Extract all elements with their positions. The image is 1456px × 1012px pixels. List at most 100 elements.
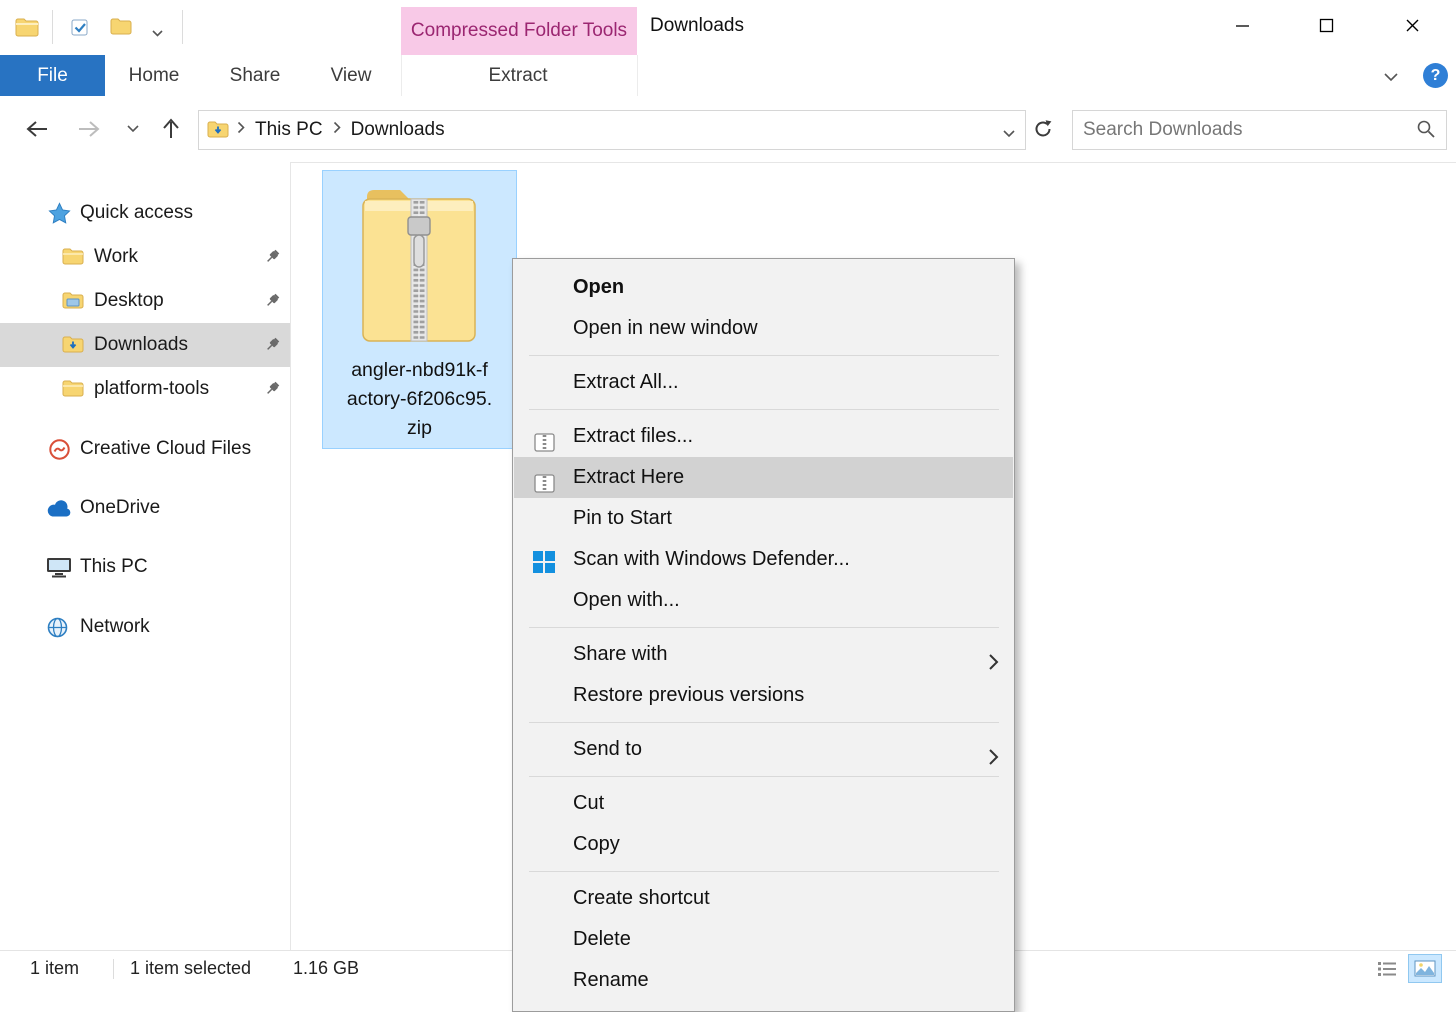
help-icon: ? <box>1431 67 1441 85</box>
address-bar[interactable]: This PC Downloads <box>198 110 1026 150</box>
sidebar-item-label: OneDrive <box>80 497 160 519</box>
refresh-icon <box>1033 119 1053 139</box>
sidebar-item-network[interactable]: Network <box>0 605 290 649</box>
submenu-chevron-icon <box>988 740 999 781</box>
sidebar-item-downloads[interactable]: Downloads <box>0 323 290 367</box>
network-icon <box>46 616 69 639</box>
recent-locations-chevron-icon[interactable] <box>122 120 144 138</box>
window-title: Downloads <box>650 15 744 37</box>
sidebar-item-work[interactable]: Work <box>0 235 290 279</box>
menu-separator <box>529 627 999 628</box>
thumbnail-view-icon <box>1414 960 1436 977</box>
computer-icon <box>46 557 72 578</box>
breadcrumb-downloads[interactable]: Downloads <box>345 119 451 141</box>
details-view-icon <box>1377 961 1397 977</box>
menu-item-label: Open with... <box>573 589 680 611</box>
tab-share-label: Share <box>230 65 281 87</box>
qat-new-folder-button[interactable] <box>104 12 138 42</box>
sidebar-item-label: Quick access <box>80 202 193 224</box>
sidebar-item-label: Network <box>80 616 150 638</box>
sidebar-item-quick-access[interactable]: Quick access <box>0 191 290 235</box>
tab-view-label: View <box>331 65 372 87</box>
menu-item-open-with[interactable]: Open with... <box>514 580 1013 621</box>
tab-home-label: Home <box>129 65 180 87</box>
menu-item-pin-to-start[interactable]: Pin to Start <box>514 498 1013 539</box>
close-button[interactable] <box>1381 4 1443 46</box>
qat-customize-chevron-icon[interactable] <box>146 18 168 48</box>
breadcrumb-chevron-icon[interactable] <box>329 121 345 139</box>
menu-item-label: Extract All... <box>573 371 679 393</box>
menu-item-label: Copy <box>573 833 620 855</box>
details-view-button[interactable] <box>1370 954 1404 983</box>
menu-item-rename[interactable]: Rename <box>514 960 1013 1001</box>
search-icon[interactable] <box>1416 119 1436 144</box>
title-bar: Compressed Folder Tools Downloads <box>0 0 1456 55</box>
cloud-icon <box>46 499 73 518</box>
tab-extract-label: Extract <box>488 65 547 87</box>
sidebar-item-label: Desktop <box>94 290 164 312</box>
menu-item-create-shortcut[interactable]: Create shortcut <box>514 878 1013 919</box>
tab-extract[interactable]: Extract <box>468 55 568 96</box>
zip-folder-icon <box>359 181 479 356</box>
pin-icon <box>264 292 281 315</box>
menu-item-restore-previous-versions[interactable]: Restore previous versions <box>514 675 1013 716</box>
sidebar-item-label: Creative Cloud Files <box>80 438 251 460</box>
menu-item-label: Extract Here <box>573 466 684 488</box>
sidebar-item-this-pc[interactable]: This PC <box>0 545 290 589</box>
menu-item-share-with[interactable]: Share with <box>514 634 1013 675</box>
tab-share[interactable]: Share <box>215 55 295 96</box>
selection-count: 1 item selected <box>130 951 251 987</box>
minimize-button[interactable] <box>1211 4 1273 46</box>
menu-item-extract-here[interactable]: Extract Here <box>514 457 1013 498</box>
maximize-button[interactable] <box>1295 4 1357 46</box>
menu-item-extract-all[interactable]: Extract All... <box>514 362 1013 403</box>
breadcrumb-chevron-icon[interactable] <box>233 121 249 139</box>
up-button[interactable] <box>154 112 188 146</box>
sidebar-item-label: This PC <box>80 556 148 578</box>
tab-home[interactable]: Home <box>114 55 194 96</box>
menu-item-copy[interactable]: Copy <box>514 824 1013 865</box>
forward-button[interactable] <box>72 112 106 146</box>
tab-view[interactable]: View <box>311 55 391 96</box>
minimize-ribbon-chevron-icon[interactable] <box>1384 69 1398 87</box>
qat-properties-button[interactable] <box>64 12 98 42</box>
menu-item-scan-with-windows-defender[interactable]: Scan with Windows Defender... <box>514 539 1013 580</box>
menu-item-send-to[interactable]: Send to <box>514 729 1013 770</box>
menu-item-open-in-new-window[interactable]: Open in new window <box>514 308 1013 349</box>
breadcrumb-this-pc[interactable]: This PC <box>249 119 329 141</box>
compressed-folder-tools-tab[interactable]: Compressed Folder Tools <box>401 7 637 55</box>
menu-item-extract-files[interactable]: Extract files... <box>514 416 1013 457</box>
help-button[interactable]: ? <box>1423 63 1448 88</box>
file-item-zip[interactable]: angler-nbd91k-f actory-6f206c95. zip <box>322 170 517 449</box>
sidebar-item-desktop[interactable]: Desktop <box>0 279 290 323</box>
address-dropdown-chevron-icon[interactable] <box>1003 125 1015 143</box>
folder-icon <box>62 292 84 310</box>
back-button[interactable] <box>20 112 54 146</box>
search-input[interactable] <box>1081 112 1405 148</box>
sidebar-item-onedrive[interactable]: OneDrive <box>0 486 290 530</box>
menu-item-label: Send to <box>573 738 642 760</box>
sidebar-item-label: platform-tools <box>94 378 209 400</box>
menu-item-label: Open in new window <box>573 317 758 339</box>
folder-icon <box>62 248 84 266</box>
folder-download-icon <box>62 336 84 354</box>
menu-item-label: Extract files... <box>573 425 693 447</box>
sidebar-item-creative-cloud-files[interactable]: Creative Cloud Files <box>0 427 290 471</box>
sidebar-item-label: Work <box>94 246 138 268</box>
search-box[interactable] <box>1072 110 1447 150</box>
menu-item-label: Cut <box>573 792 604 814</box>
refresh-button[interactable] <box>1028 114 1058 144</box>
thumbnail-view-button[interactable] <box>1408 954 1442 983</box>
sidebar-item-platform-tools[interactable]: platform-tools <box>0 367 290 411</box>
context-menu: Open Open in new window Extract All... E… <box>512 258 1015 1012</box>
menu-separator <box>529 409 999 410</box>
menu-separator <box>529 871 999 872</box>
menu-item-delete[interactable]: Delete <box>514 919 1013 960</box>
navigation-bar: This PC Downloads <box>0 96 1456 163</box>
tool-group-divider <box>637 55 638 96</box>
menu-item-open[interactable]: Open <box>514 267 1013 308</box>
back-arrow-icon <box>25 119 49 139</box>
menu-item-cut[interactable]: Cut <box>514 783 1013 824</box>
tools-tab-label: Compressed Folder Tools <box>411 20 627 42</box>
tab-file[interactable]: File <box>0 55 105 96</box>
